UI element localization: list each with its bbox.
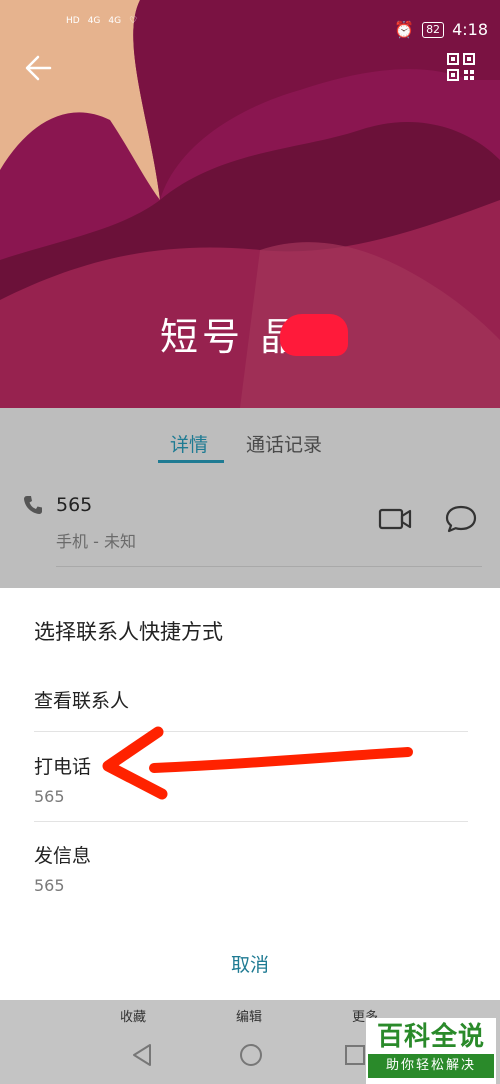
tab-bar: 详情 通话记录 <box>0 420 500 470</box>
network-badge-1: 4G <box>87 16 101 26</box>
divider <box>56 566 482 567</box>
phone-number[interactable]: 565 <box>56 494 92 516</box>
alarm-icon: ⏰ <box>394 20 415 39</box>
redaction-mark <box>280 314 348 356</box>
cancel-button[interactable]: 取消 <box>0 950 500 977</box>
hd-badge: HD <box>66 16 80 26</box>
status-bar: HD 4G 4G ♡ ⏰ 82 4:18 <box>0 0 500 40</box>
heart-icon: ♡ <box>129 16 138 26</box>
phone-type: 手机 - 未知 <box>56 532 136 551</box>
option-view-contact[interactable]: 查看联系人 <box>34 686 468 713</box>
option-label: 查看联系人 <box>34 690 130 712</box>
watermark-subtitle: 助你轻松解决 <box>368 1054 494 1078</box>
annotation-arrow <box>102 726 413 800</box>
phone-icon <box>24 496 42 514</box>
option-sub: 565 <box>34 876 65 895</box>
nav-home-icon[interactable] <box>238 1042 264 1068</box>
sheet-title: 选择联系人快捷方式 <box>34 620 223 644</box>
nav-back-icon[interactable] <box>130 1042 154 1068</box>
qr-code-icon[interactable] <box>446 52 476 82</box>
message-icon[interactable] <box>444 504 478 534</box>
signal-badges: HD 4G 4G ♡ <box>66 16 137 26</box>
edit-button[interactable]: 编辑 <box>236 1006 262 1025</box>
active-tab-indicator <box>158 460 224 463</box>
back-arrow-icon[interactable] <box>20 48 60 88</box>
tab-call-log[interactable]: 通话记录 <box>246 430 322 457</box>
battery-level: 82 <box>422 21 445 38</box>
clock: 4:18 <box>452 20 488 39</box>
watermark-logo: 百科全说 助你轻松解决 <box>366 1018 496 1084</box>
nav-recent-icon[interactable] <box>344 1044 366 1066</box>
option-send-message[interactable]: 发信息 565 <box>34 841 468 895</box>
network-badge-2: 4G <box>108 16 122 26</box>
favorite-button[interactable]: 收藏 <box>120 1006 146 1025</box>
divider <box>34 821 468 822</box>
contact-header: HD 4G 4G ♡ ⏰ 82 4:18 短号 晶 <box>0 0 500 408</box>
option-label: 发信息 <box>34 845 92 867</box>
tab-details[interactable]: 详情 <box>170 430 208 457</box>
watermark-title: 百科全说 <box>376 1022 485 1052</box>
video-call-icon[interactable] <box>378 506 412 532</box>
